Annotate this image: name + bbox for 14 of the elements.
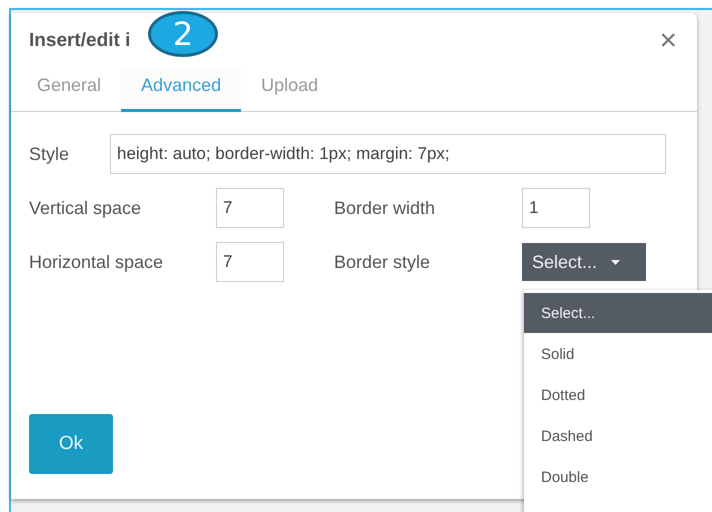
- close-button[interactable]: ×: [659, 29, 677, 53]
- field-label: Horizontal space: [29, 252, 164, 272]
- field-label: Style: [29, 144, 70, 164]
- input-field[interactable]: 7: [216, 188, 284, 228]
- field-label: Vertical space: [29, 198, 142, 218]
- field-label: Border style: [334, 252, 432, 272]
- field-label: Border width: [334, 198, 436, 218]
- input-field[interactable]: 7: [216, 242, 284, 282]
- input-field[interactable]: 1: [522, 188, 590, 228]
- dropdown-option[interactable]: Select...: [524, 293, 712, 333]
- caret-icon: [611, 260, 620, 264]
- select-button[interactable]: Select...: [522, 243, 646, 281]
- dialog-title: Insert/edit i: [29, 30, 130, 52]
- input-field[interactable]: height: auto; border-width: 1px; margin: 7px;: [110, 134, 666, 174]
